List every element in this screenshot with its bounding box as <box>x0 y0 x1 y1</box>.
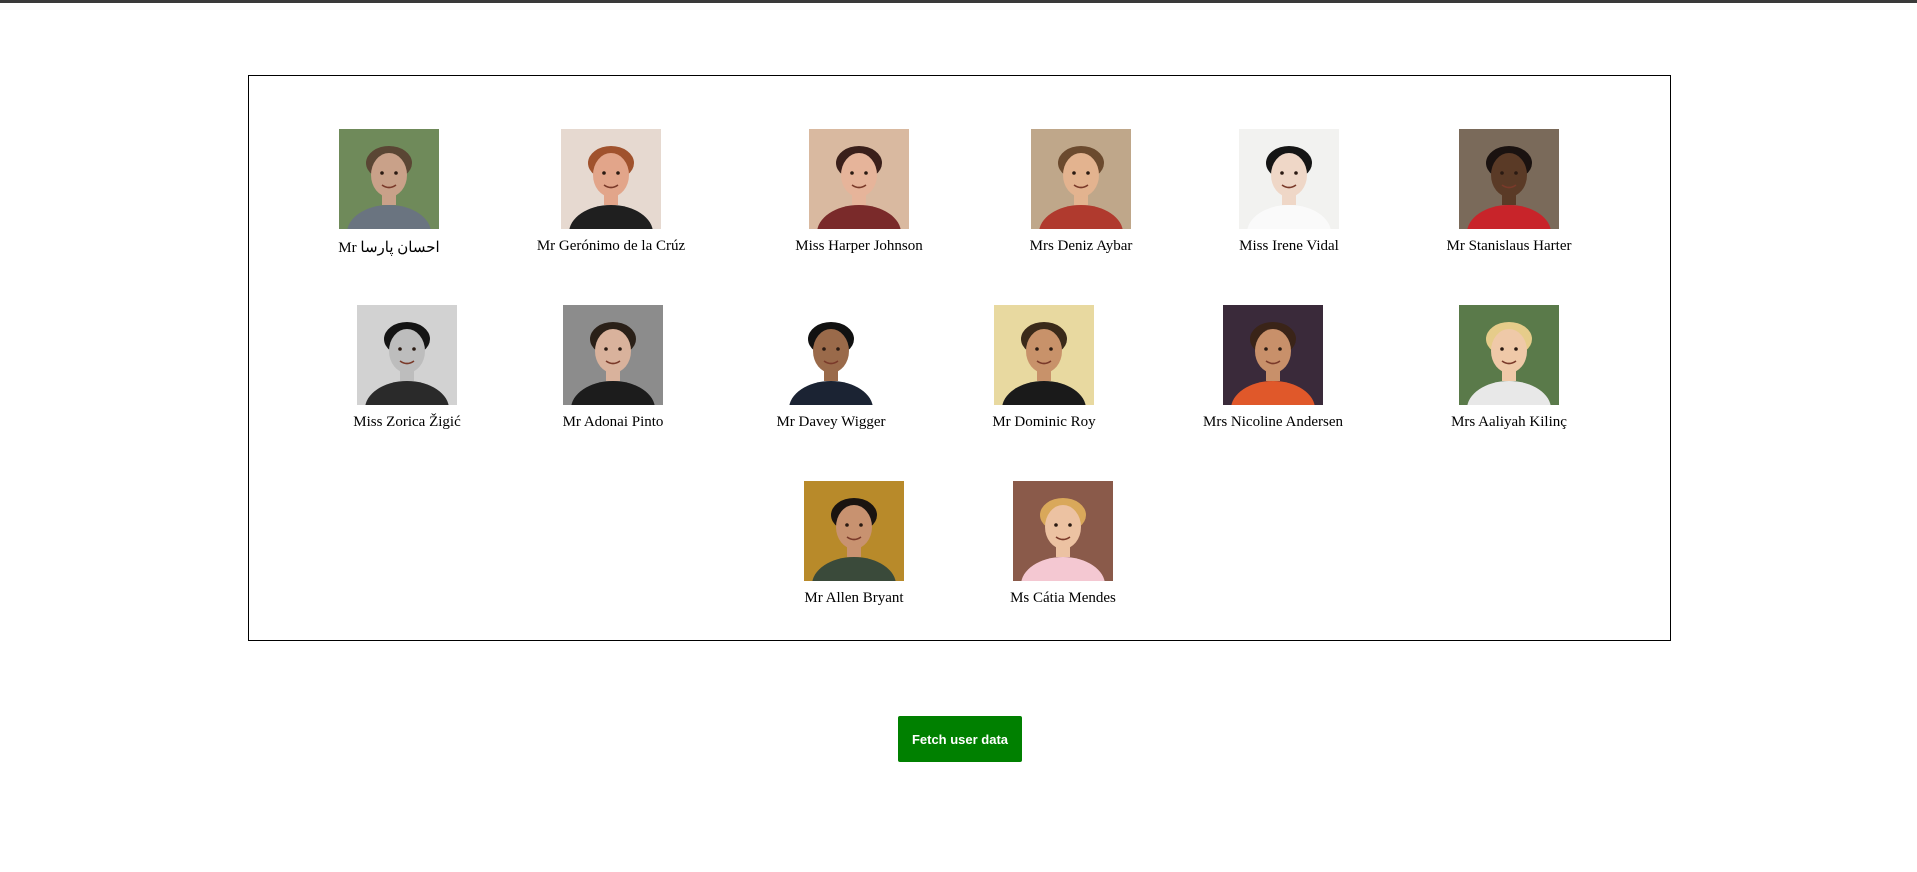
user-card: Miss Harper Johnson <box>759 129 959 255</box>
user-avatar <box>804 481 904 581</box>
user-card: Mr Dominic Roy <box>944 305 1144 431</box>
user-avatar <box>339 129 439 229</box>
user-name: Miss Harper Johnson <box>795 238 923 254</box>
user-name: Mr Gerónimo de la Crúz <box>536 238 686 254</box>
user-name: Mr Stanislaus Harter <box>1446 238 1572 254</box>
user-avatar <box>1459 305 1559 405</box>
user-avatar <box>1239 129 1339 229</box>
user-avatar <box>1013 481 1113 581</box>
user-name: Mr احسان پارسا <box>338 240 440 256</box>
user-name: Ms Cátia Mendes <box>1010 590 1116 606</box>
user-avatar <box>563 305 663 405</box>
user-avatar <box>561 129 661 229</box>
top-border <box>0 0 1917 3</box>
user-avatar <box>357 305 457 405</box>
user-name: Mrs Nicoline Andersen <box>1203 414 1343 430</box>
user-card: Ms Cátia Mendes <box>963 481 1163 607</box>
user-avatar <box>1223 305 1323 405</box>
fetch-user-data-button[interactable]: Fetch user data <box>898 716 1022 762</box>
user-card: Mr Allen Bryant <box>754 481 954 607</box>
user-name: Mrs Deniz Aybar <box>1029 238 1133 254</box>
user-avatar <box>781 305 881 405</box>
user-name: Mr Adonai Pinto <box>562 414 664 430</box>
user-card: Miss Irene Vidal <box>1189 129 1389 255</box>
user-name: Miss Irene Vidal <box>1239 238 1339 254</box>
user-avatar <box>994 305 1094 405</box>
user-card: Mr Davey Wigger <box>731 305 931 431</box>
user-avatar <box>1459 129 1559 229</box>
user-card: Miss Zorica Žigić <box>307 305 507 431</box>
user-name: Mr Dominic Roy <box>992 414 1096 430</box>
user-name: Mrs Aaliyah Kilinç <box>1451 414 1567 430</box>
user-avatar <box>809 129 909 229</box>
user-card: Mr Gerónimo de la Crúz <box>511 129 711 255</box>
user-card: Mrs Aaliyah Kilinç <box>1409 305 1609 431</box>
user-list-panel: Mr احسان پارسا Mr Gerónimo de la Crúz Miss… <box>248 75 1671 641</box>
user-card: Mrs Nicoline Andersen <box>1173 305 1373 431</box>
user-card: Mr Adonai Pinto <box>513 305 713 431</box>
user-name: Mr Allen Bryant <box>804 590 904 606</box>
user-card: Mr احسان پارسا <box>289 129 489 257</box>
user-name: Miss Zorica Žigić <box>353 414 461 430</box>
user-name: Mr Davey Wigger <box>776 414 886 430</box>
user-avatar <box>1031 129 1131 229</box>
user-card: Mrs Deniz Aybar <box>981 129 1181 255</box>
user-card: Mr Stanislaus Harter <box>1409 129 1609 255</box>
